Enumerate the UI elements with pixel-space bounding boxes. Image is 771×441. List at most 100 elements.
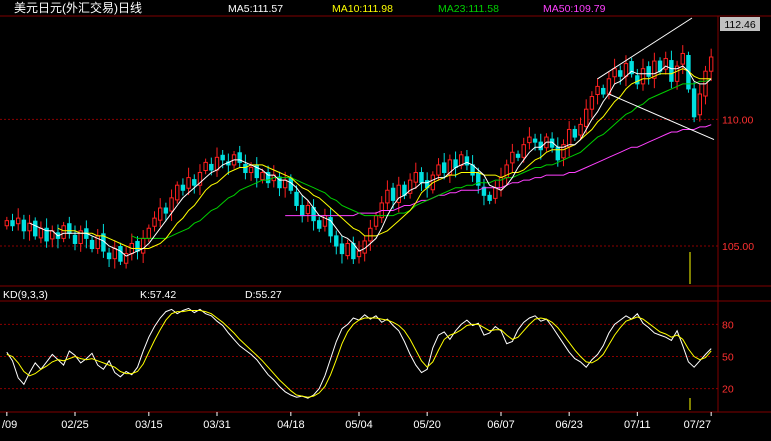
candle-body [203,161,208,172]
date-tick-label: 05/04 [345,419,373,431]
candle-body [112,248,117,260]
date-tick-label: 02/25 [61,419,89,431]
candle-body [163,207,169,214]
candle-body [691,88,697,118]
candle-body [589,96,595,110]
kd-k-value: K:57.42 [140,289,176,301]
candle-body [334,235,339,247]
kd-tick-label: 50 [722,352,734,364]
candle-body [697,93,703,116]
candle-body [623,63,629,77]
candle-body [10,220,15,227]
candle-body [209,163,214,171]
date-tick-label: 07/27 [684,419,712,431]
candle-body [140,237,146,254]
candle-body [532,138,538,143]
candle-body [21,219,27,232]
candle-body [601,87,606,95]
date-tick-label: 03/31 [203,419,231,431]
date-tick-label: 06/23 [555,419,583,431]
ma23-legend: MA23:111.58 [438,3,499,15]
candle-body [33,220,38,237]
candle-body [646,66,651,77]
candle-body [118,246,123,262]
candle-body [220,154,225,161]
candle-body [368,227,373,242]
candle-body [572,128,578,138]
candle-body [282,179,288,189]
candle-body [243,163,248,174]
candle-body [72,234,78,244]
ma10-legend: MA10:111.98 [332,3,393,15]
price-tick-label: 110.00 [722,114,753,126]
candle-body [635,75,640,85]
candle-body [61,225,66,239]
candle-body [186,177,191,189]
last-price-tag: 112.46 [720,17,760,31]
chart-window: 美元日元(外汇交易)日线 MA5:111.57 MA10:111.98 MA23… [0,0,771,436]
candle-body [464,156,470,166]
candle-body [487,194,492,201]
candle-body [248,166,254,174]
candle-body [640,68,646,85]
candle-body [527,136,532,144]
kd-title: KD(9,3,3) [3,289,48,301]
candle-body [453,159,458,168]
candle-body [385,189,390,204]
ma50-legend: MA50:109.79 [543,3,606,15]
candle-body [169,197,174,212]
price-tick-label: 105.00 [722,241,754,253]
candle-body [38,227,44,239]
candle-body [260,172,265,181]
candle-body [373,215,379,227]
candle-body [578,123,583,136]
candle-body [146,227,152,239]
candle-body [4,220,10,227]
candle-body [175,184,180,201]
candle-body [708,56,714,72]
candle-body [356,250,362,258]
candle-body [294,191,299,206]
candle-body [192,179,197,186]
candle-body [390,187,396,201]
candle-body [15,217,21,225]
candle-body [152,217,157,227]
kd-tick-label: 80 [722,319,734,331]
candle-body [583,108,589,127]
candle-body [441,162,447,174]
candle-body [612,68,617,78]
date-tick-label: /09 [2,419,17,431]
date-tick-label: 06/07 [487,419,515,431]
candle-body [299,204,305,217]
date-tick-label: 05/20 [413,419,441,431]
chart-svg: 美元日元(外汇交易)日线 MA5:111.57 MA10:111.98 MA23… [0,0,771,436]
candle-body [555,146,561,161]
candle-body [618,70,623,77]
candle-body [595,85,600,96]
candle-body [157,207,163,221]
candle-body [214,156,220,171]
ma5-legend: MA5:111.57 [228,3,283,15]
candle-body [180,184,186,191]
candle-body [510,151,515,164]
chart-title: 美元日元(外汇交易)日线 [14,0,142,15]
date-tick-label: 04/18 [277,419,305,431]
kd-tick-label: 20 [722,384,734,396]
candle-body [89,239,95,250]
candle-body [566,128,572,148]
candle-body [521,144,526,158]
candle-body [493,187,498,199]
candle-body [680,52,685,65]
candle-body [67,223,72,234]
date-tick-label: 07/11 [624,419,651,431]
last-price-tag-text: 112.46 [724,19,755,31]
candle-body [135,240,140,252]
candle-body [339,243,345,255]
candle-body [317,220,322,229]
candle-body [27,222,32,232]
date-tick-label: 03/15 [135,419,163,431]
candle-body [515,153,521,158]
candle-body [106,252,112,260]
candle-body [436,164,441,176]
candle-body [413,172,419,183]
